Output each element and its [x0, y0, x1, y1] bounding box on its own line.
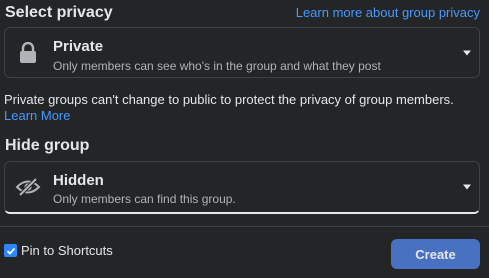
create-group-privacy-panel: Select privacy Learn more about group pr…	[0, 0, 489, 278]
privacy-heading: Select privacy	[5, 4, 113, 21]
pin-to-shortcuts[interactable]: Pin to Shortcuts	[4, 243, 113, 258]
hide-option-title: Hidden	[53, 172, 104, 189]
lock-icon	[13, 38, 43, 68]
privacy-note: Private groups can't change to public to…	[4, 92, 484, 124]
hide-group-select[interactable]: Hidden Only members can find this group.	[4, 161, 480, 214]
chevron-down-icon	[463, 50, 471, 55]
pin-checkbox[interactable]	[4, 244, 17, 257]
privacy-note-text: Private groups can't change to public to…	[4, 92, 454, 107]
create-button[interactable]: Create	[391, 239, 480, 269]
chevron-down-icon	[463, 184, 471, 190]
hide-group-heading: Hide group	[5, 137, 90, 154]
privacy-select[interactable]: Private Only members can see who's in th…	[4, 27, 480, 78]
checkmark-icon	[6, 247, 15, 255]
learn-more-link[interactable]: Learn More	[4, 108, 70, 124]
pin-label: Pin to Shortcuts	[21, 243, 113, 258]
learn-more-group-privacy-link[interactable]: Learn more about group privacy	[296, 5, 480, 20]
privacy-option-description: Only members can see who's in the group …	[53, 59, 381, 73]
privacy-option-title: Private	[53, 38, 104, 55]
footer-divider	[0, 226, 489, 227]
eye-slash-icon	[13, 172, 43, 202]
hide-option-description: Only members can find this group.	[53, 192, 236, 206]
